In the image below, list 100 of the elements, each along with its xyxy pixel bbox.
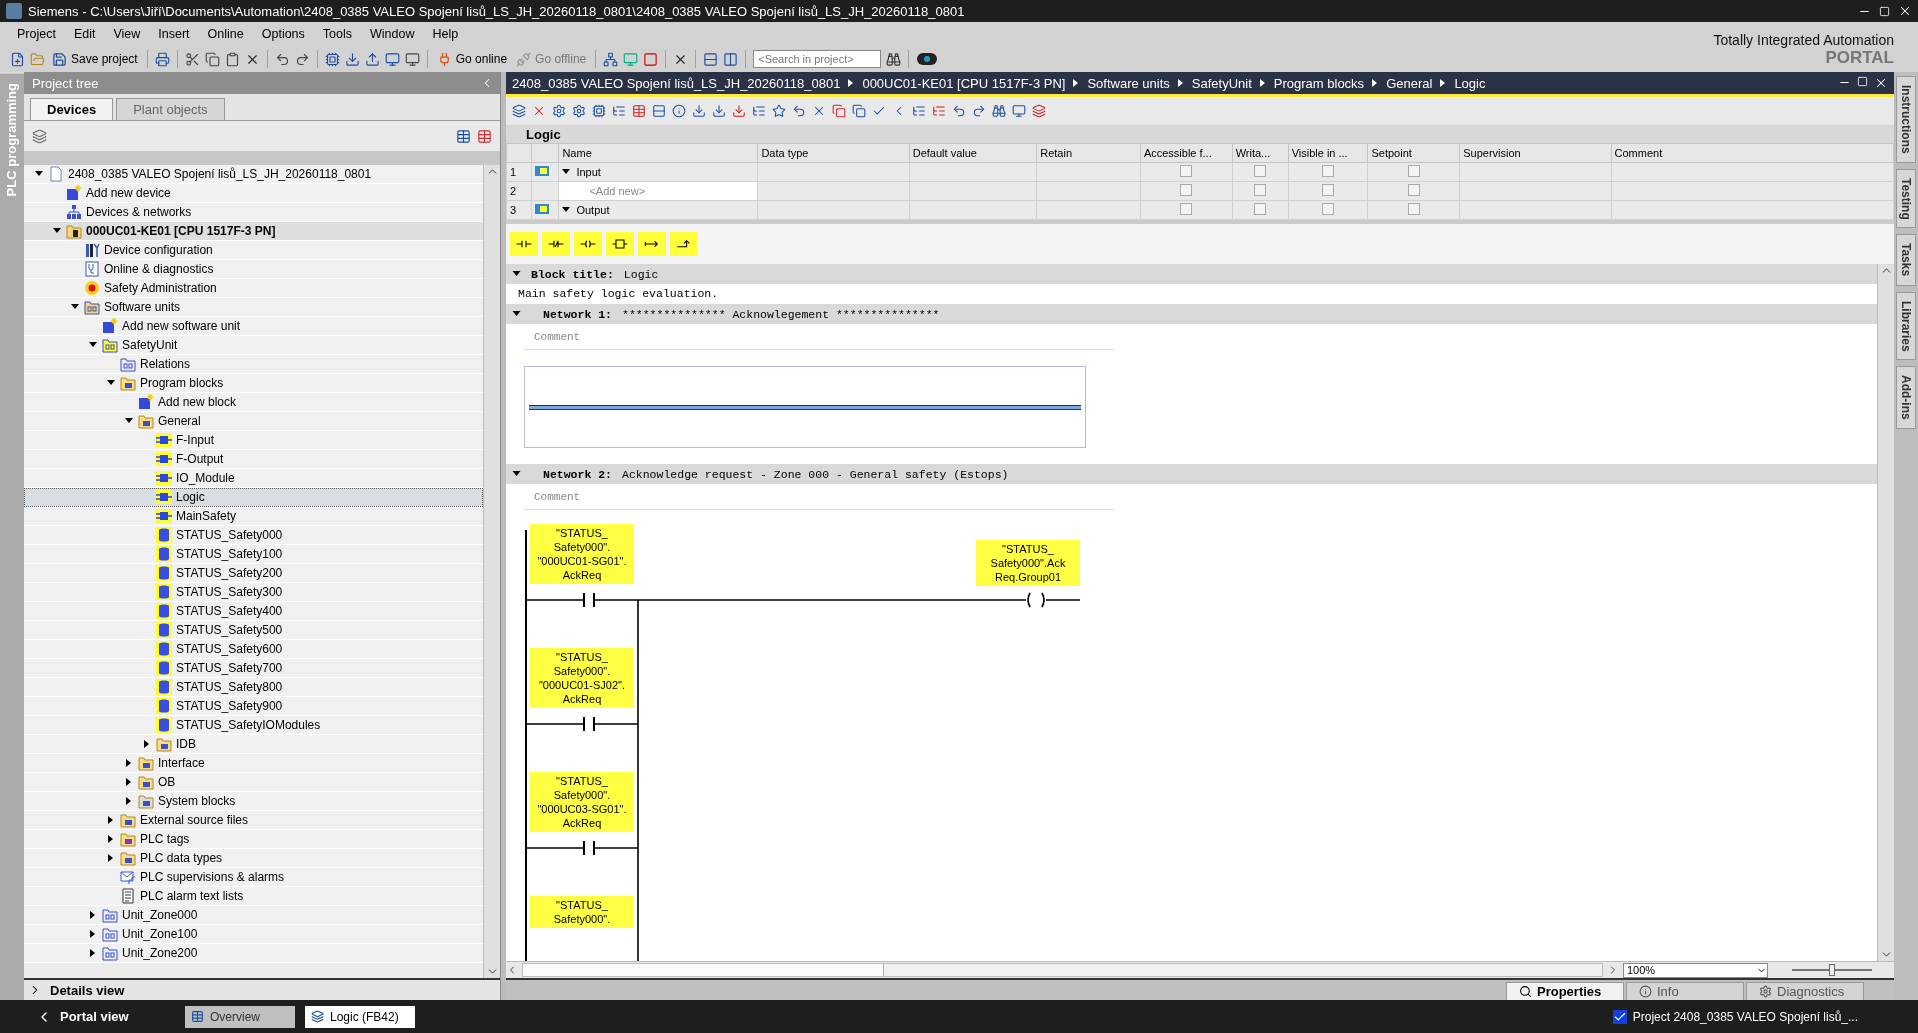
editor-tool-icon[interactable]: [532, 104, 546, 118]
collapse-arrow-icon[interactable]: [512, 310, 521, 318]
editor-tool-icon[interactable]: [592, 104, 606, 118]
tree-item[interactable]: STATUS_Safety100: [24, 545, 483, 564]
print-icon[interactable]: [154, 51, 170, 67]
breadcrumb-item[interactable]: SafetyUnit: [1191, 75, 1252, 91]
editor-tool-icon[interactable]: [992, 104, 1006, 118]
tree-item[interactable]: Online & diagnostics: [24, 260, 483, 279]
maximize-icon[interactable]: [1857, 76, 1868, 87]
expand-arrow-icon[interactable]: [89, 930, 97, 938]
checkbox[interactable]: [1180, 165, 1193, 177]
column-header[interactable]: Writa...: [1232, 143, 1289, 163]
collapse-arrow-icon[interactable]: [35, 170, 43, 178]
editor-tool-icon[interactable]: [632, 104, 646, 118]
expand-arrow-icon[interactable]: [107, 835, 115, 843]
tree-item[interactable]: Interface: [24, 754, 483, 773]
checkbox[interactable]: [1180, 203, 1193, 215]
upload-icon[interactable]: [364, 51, 380, 67]
interface-name-cell[interactable]: Input: [558, 162, 758, 182]
breadcrumb-item[interactable]: General: [1386, 75, 1433, 91]
inspector-tab[interactable]: Diagnostics: [1746, 982, 1864, 1000]
expand-arrow-icon[interactable]: [107, 816, 115, 824]
operand-label[interactable]: "STATUS_ Safety000".: [530, 896, 634, 928]
tree-item[interactable]: SafetyUnit: [24, 336, 483, 355]
breadcrumb-item[interactable]: Logic: [1454, 75, 1486, 91]
menu-item[interactable]: Edit: [64, 27, 105, 41]
column-header[interactable]: Accessible f...: [1140, 143, 1233, 163]
editor-tool-icon[interactable]: [972, 104, 986, 118]
tree-item[interactable]: Device configuration: [24, 241, 483, 260]
collapse-arrow-icon[interactable]: [512, 270, 521, 278]
monitor-icon[interactable]: [384, 51, 400, 67]
editor-tool-icon[interactable]: [612, 104, 626, 118]
tree-item[interactable]: F-Output: [24, 450, 483, 469]
tree-item[interactable]: Program blocks: [24, 374, 483, 393]
branch-close-icon[interactable]: [670, 232, 698, 256]
search-field[interactable]: <Search in project>: [753, 50, 882, 68]
close-icon[interactable]: [1874, 76, 1888, 90]
comment-field[interactable]: Comment: [524, 328, 1114, 350]
expand-arrow-icon[interactable]: [125, 778, 133, 786]
tree-item[interactable]: PLC tags: [24, 830, 483, 849]
editor-tool-icon[interactable]: [1012, 104, 1026, 118]
operand-label[interactable]: "STATUS_ Safety000".Ack Req.Group01: [976, 540, 1080, 586]
editor-tool-icon[interactable]: [692, 104, 706, 118]
tree-item[interactable]: Unit_Zone000: [24, 906, 483, 925]
tree-item[interactable]: PLC supervisions & alarms: [24, 868, 483, 887]
menu-item[interactable]: Help: [423, 27, 468, 41]
editor-tool-icon[interactable]: [912, 104, 926, 118]
paste-icon[interactable]: [224, 51, 240, 67]
tree-item[interactable]: STATUS_Safety700: [24, 659, 483, 678]
collapse-arrow-icon[interactable]: [512, 470, 521, 478]
tree-item[interactable]: PLC alarm text lists: [24, 887, 483, 906]
normally-open-contact-icon[interactable]: [510, 232, 538, 256]
panel-tab[interactable]: Plant objects: [116, 98, 225, 120]
tree-item[interactable]: Software units: [24, 298, 483, 317]
collapse-arrow-icon[interactable]: [53, 227, 61, 235]
checkbox[interactable]: [1254, 184, 1267, 196]
copy-icon[interactable]: [204, 51, 220, 67]
taskbar-button[interactable]: Overview: [185, 1005, 295, 1028]
save-button[interactable]: Save project: [50, 50, 140, 68]
editor-tool-icon[interactable]: [832, 104, 846, 118]
task-card-tab[interactable]: Tasks: [1896, 234, 1916, 286]
collapse-arrow-icon[interactable]: [71, 303, 79, 311]
menu-item[interactable]: Insert: [149, 27, 199, 41]
checkbox[interactable]: [1322, 203, 1335, 215]
tree-item[interactable]: IDB: [24, 735, 483, 754]
tree-item[interactable]: System blocks: [24, 792, 483, 811]
tree-item[interactable]: Devices & networks: [24, 203, 483, 222]
split-vertical-icon[interactable]: [723, 51, 739, 67]
tree-item[interactable]: STATUS_Safety900: [24, 697, 483, 716]
details-view-label[interactable]: Details view: [50, 982, 125, 998]
breadcrumb-item[interactable]: 2408_0385 VALEO Spojení lisů_LS_JH_20260118_0801: [512, 75, 841, 91]
tree-item[interactable]: IO_Module: [24, 469, 483, 488]
editor-tool-icon[interactable]: [1032, 104, 1046, 118]
panel-tab[interactable]: Devices: [30, 98, 114, 120]
column-header[interactable]: Default value: [909, 143, 1037, 163]
empty-box-icon[interactable]: [606, 232, 634, 256]
column-header[interactable]: Name: [558, 143, 758, 163]
tree-item[interactable]: STATUS_Safety800: [24, 678, 483, 697]
breadcrumb-item[interactable]: 000UC01-KE01 [CPU 1517F-3 PN]: [862, 75, 1066, 91]
tree-item[interactable]: OB: [24, 773, 483, 792]
collapse-arrow-icon[interactable]: [107, 379, 115, 387]
editor-tool-icon[interactable]: [792, 104, 806, 118]
editor-tool-icon[interactable]: [732, 104, 746, 118]
portal-view-button[interactable]: Portal view: [30, 1007, 175, 1026]
tree-item[interactable]: STATUS_Safety300: [24, 583, 483, 602]
collapse-arrow-icon[interactable]: [89, 341, 97, 349]
checkbox[interactable]: [1254, 165, 1267, 177]
checkbox[interactable]: [1322, 184, 1335, 196]
editor-tool-icon[interactable]: [852, 104, 866, 118]
split-horizontal-icon[interactable]: [703, 51, 719, 67]
menu-item[interactable]: Project: [8, 27, 65, 41]
tree-item[interactable]: Unit_Zone200: [24, 944, 483, 963]
scrollbar-thumb[interactable]: [523, 964, 884, 976]
editor-tool-icon[interactable]: [872, 104, 886, 118]
overview-table-icon[interactable]: [456, 128, 471, 144]
column-header[interactable]: Comment: [1611, 143, 1894, 163]
task-card-tab[interactable]: Add-ins: [1896, 366, 1916, 429]
expand-arrow-icon[interactable]: [107, 854, 115, 862]
column-header[interactable]: Setpoint: [1367, 143, 1460, 163]
task-card-tab[interactable]: Testing: [1896, 168, 1916, 229]
